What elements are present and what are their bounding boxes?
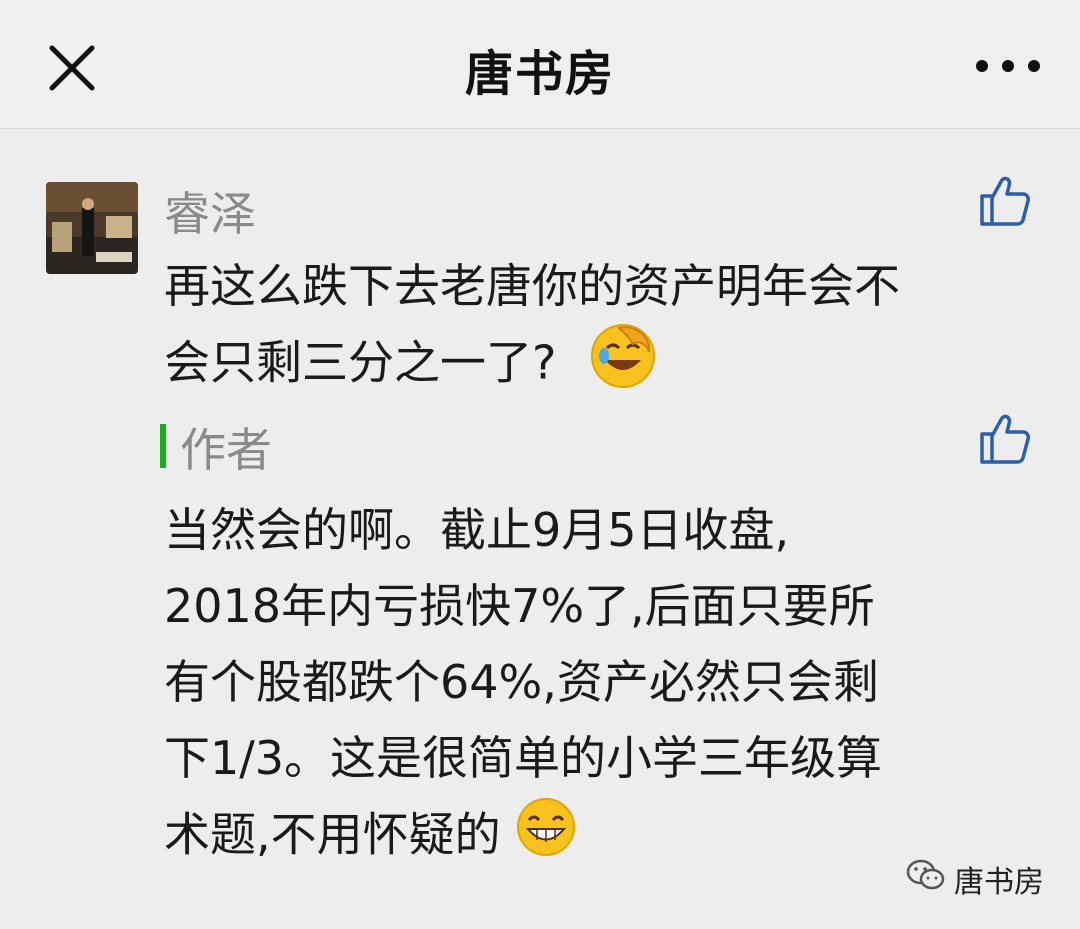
more-dot xyxy=(1028,60,1040,72)
grin-emoji xyxy=(515,796,577,880)
reply-text: 当然会的啊。截止9月5日收盘, 2018年内亏损快7%了,后面只要所 有个股都跌… xyxy=(164,492,1044,880)
reply-line: 2018年内亏损快7%了,后面只要所 xyxy=(164,579,875,633)
comment-line: 会只剩三分之一了? xyxy=(164,322,1044,410)
facepalm-laugh-emoji xyxy=(589,322,657,410)
more-dot xyxy=(1002,60,1014,72)
footer-brand: 唐书房 xyxy=(906,857,1044,901)
thumbs-up-icon[interactable] xyxy=(976,172,1032,228)
thumbs-up-icon[interactable] xyxy=(976,410,1032,466)
avatar[interactable] xyxy=(46,182,138,274)
reply-line: 有个股都跌个64%,资产必然只会剩 xyxy=(164,655,879,709)
wechat-icon xyxy=(906,858,946,900)
reply-author: 作者 xyxy=(180,423,272,477)
comment-author[interactable]: 睿泽 xyxy=(164,178,256,244)
page-title: 唐书房 xyxy=(464,46,615,102)
more-icon[interactable] xyxy=(976,52,1040,80)
comment-text: 再这么跌下去老唐你的资产明年会不 会只剩三分之一了? xyxy=(164,250,1044,410)
reply-line: 下1/3。这是很简单的小学三年级算 xyxy=(164,731,883,785)
comment-line-text: 会只剩三分之一了? xyxy=(164,335,557,390)
comment-line: 再这么跌下去老唐你的资产明年会不 xyxy=(164,259,900,313)
reply-line-text: 术题,不用怀疑的 xyxy=(164,807,501,862)
footer-brand-name: 唐书房 xyxy=(954,865,1044,900)
top-bar: 唐书房 xyxy=(0,0,1080,129)
reply-accent-bar xyxy=(160,424,166,468)
reply-line: 当然会的啊。截止9月5日收盘, xyxy=(164,503,790,557)
more-dot xyxy=(976,60,988,72)
